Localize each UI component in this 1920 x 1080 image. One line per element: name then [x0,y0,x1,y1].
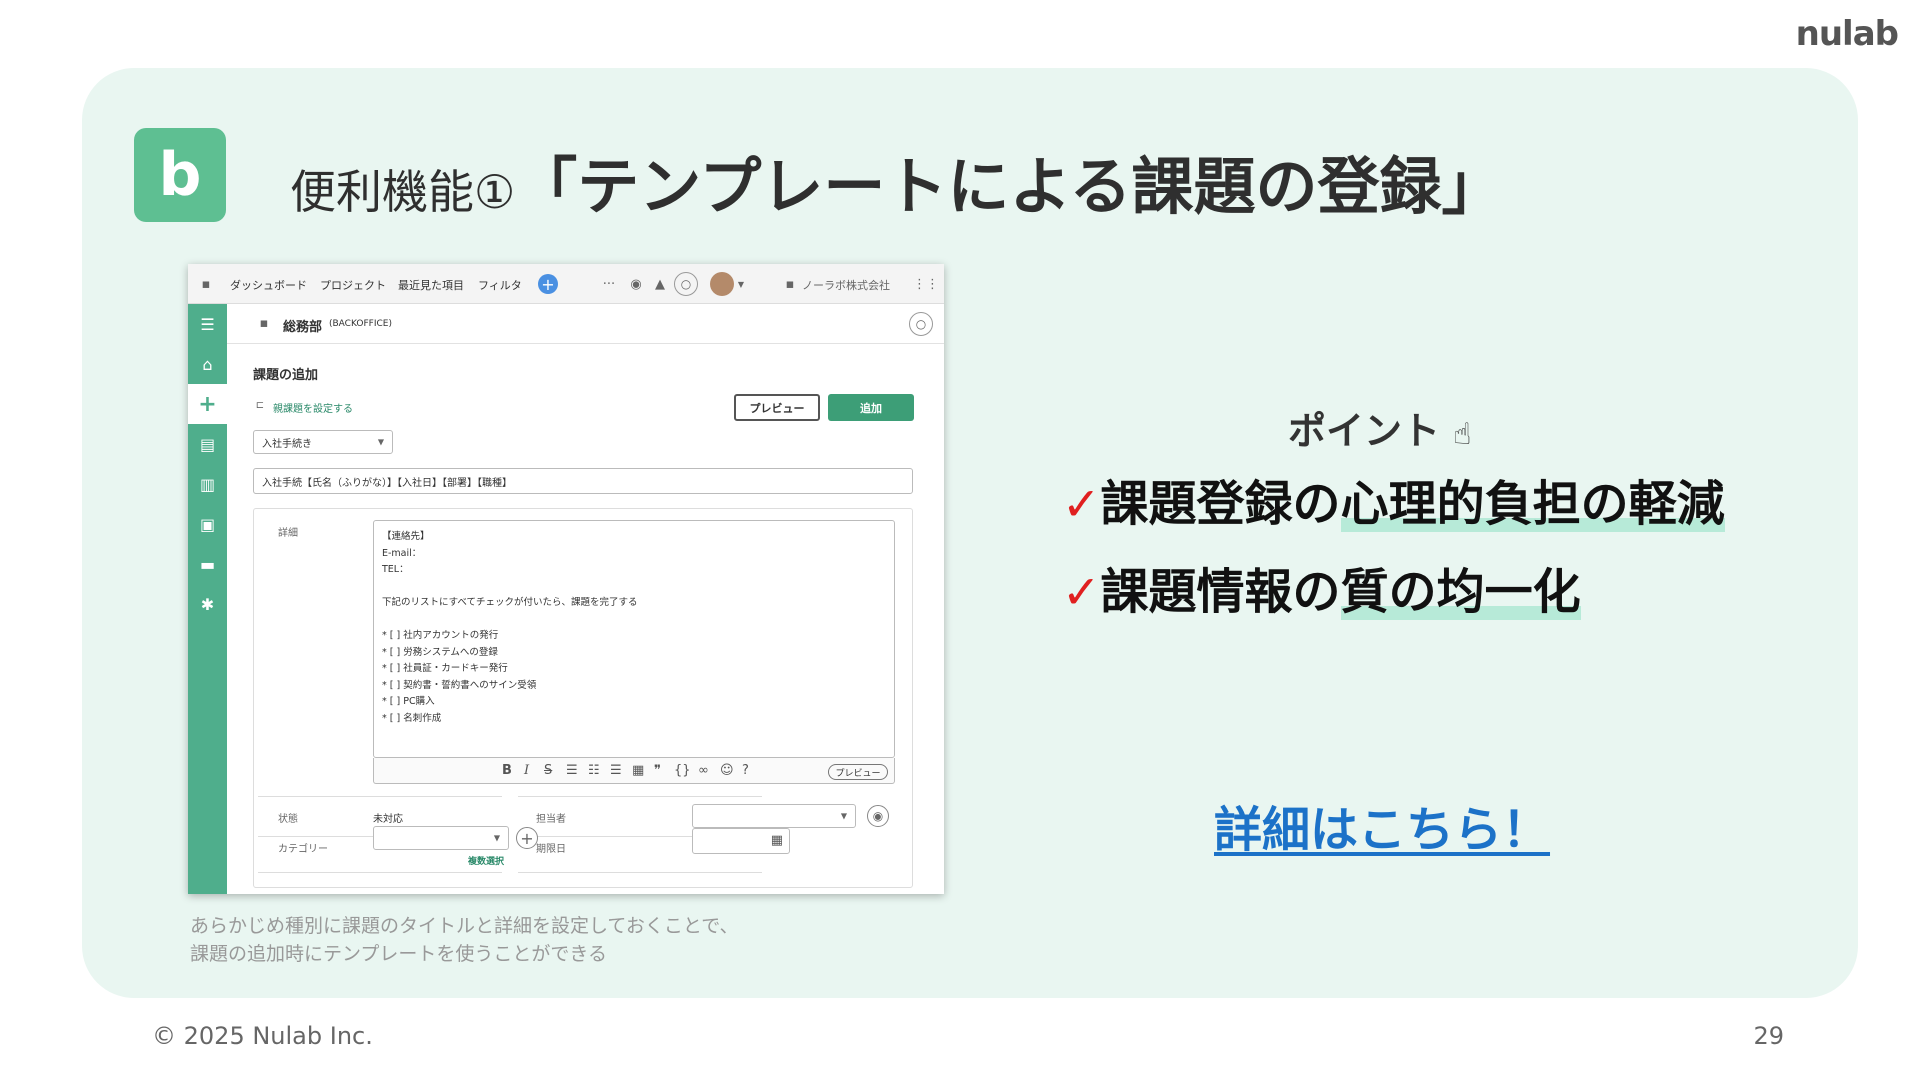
project-search-icon[interactable]: ○ [909,312,933,336]
subject-input[interactable]: 入社手続【氏名（ふりがな）】【入社日】【部署】【職種】 [253,468,913,494]
category-label: カテゴリー [278,844,328,855]
due-date-input[interactable]: ▦ [692,828,790,854]
parent-issue-icon: ⊏ [255,399,265,411]
page-number: 29 [1753,1022,1784,1050]
briefcase-icon[interactable]: ▪ [198,276,214,292]
project-icon: ▪ [259,315,269,331]
copyright: © 2025 Nulab Inc. [152,1022,373,1050]
calendar-icon[interactable]: ▦ [771,833,783,848]
bullet-list-icon[interactable]: ☰ [566,763,578,778]
editor-toolbar: B I S ☰ ☷ ☰ ▦ ❞ {} ∞ ☺ ? プレビュー [373,758,895,784]
nav-recent[interactable]: 最近見た項目 [398,277,464,293]
apps-grid-icon[interactable]: ⋮⋮ [913,276,939,292]
help-icon[interactable]: ? [742,763,749,778]
point-item-2: ✓課題情報の質の均一化 [1062,552,1581,622]
due-date-label: 期限日 [536,844,566,855]
link-icon[interactable]: ∞ [698,763,709,778]
chevron-down-icon: ▼ [377,437,384,447]
status-value[interactable]: 未対応 [373,810,403,825]
divider [258,796,502,797]
backlog-app-icon: b [134,128,226,222]
nav-filter[interactable]: フィルタ [478,277,522,293]
status-label: 状態 [278,814,298,825]
title-main: 「テンプレートによる課題の登録」 [515,150,1504,223]
emoji-icon[interactable]: ☺ [720,763,734,778]
slide-title: 便利機能①「テンプレートによる課題の登録」 [290,136,1504,226]
assignee-label: 担当者 [536,814,566,825]
documents-icon[interactable]: ▬ [188,544,227,584]
points-heading: ポイント ☝ [1288,400,1472,455]
add-issue-icon[interactable]: + [538,274,558,294]
backlog-screenshot: ▪ ダッシュボード プロジェクト 最近見た項目 フィルタ + ··· ◉ ▲ ○… [188,264,944,894]
wiki-icon[interactable]: ▣ [188,504,227,544]
watch-eye-icon[interactable]: ◉ [628,276,644,292]
project-key: (BACKOFFICE) [329,319,392,329]
menu-icon[interactable]: ☰ [188,304,227,344]
parent-issue-link[interactable]: 親課題を設定する [273,400,353,415]
chevron-down-icon: ▼ [840,811,847,821]
add-category-icon[interactable]: + [516,827,538,849]
form-title: 課題の追加 [253,368,319,383]
issue-type-select[interactable]: 入社手続き ▼ [253,430,393,454]
org-briefcase-icon: ▪ [785,276,795,292]
divider [518,796,762,797]
issue-list-icon[interactable]: ▤ [188,424,227,464]
quote-icon[interactable]: ❞ [654,763,661,778]
italic-icon[interactable]: I [524,763,529,778]
multi-select-link[interactable]: 複数選択 [468,854,504,867]
bold-icon[interactable]: B [502,763,512,778]
check-icon: ✓ [1062,477,1101,531]
project-header: ▪ 総務部 (BACKOFFICE) ○ [227,304,944,344]
checklist-icon[interactable]: ☰ [610,763,622,778]
detail-textarea[interactable]: 【連絡先】 E-mail： TEL： 下記のリストにすべてチェックが付いたら、課… [373,520,895,758]
code-icon[interactable]: {} [674,763,691,778]
assign-self-icon[interactable]: ◉ [867,805,889,827]
global-navbar: ▪ ダッシュボード プロジェクト 最近見た項目 フィルタ + ··· ◉ ▲ ○… [188,264,944,304]
search-icon[interactable]: ○ [674,272,698,296]
point-2-plain: 課題情報の [1100,564,1341,620]
board-icon[interactable]: ▥ [188,464,227,504]
strikethrough-icon[interactable]: S [544,763,552,778]
gear-icon[interactable]: ✱ [188,584,227,624]
add-button[interactable]: 追加 [828,394,914,421]
detail-label: 詳細 [278,528,298,539]
point-1-highlight: 心理的負担の軽減 [1340,476,1725,532]
nav-dashboard[interactable]: ダッシュボード [230,277,307,293]
check-icon: ✓ [1062,565,1101,619]
title-prefix: 便利機能① [290,165,516,219]
pointing-hand-icon: ☝ [1453,417,1472,452]
toolbar-preview-button[interactable]: プレビュー [828,764,888,780]
category-select[interactable]: ▼ [373,826,509,850]
caption-line-2: 課題の追加時にテンプレートを使うことができる [190,943,608,965]
bell-icon[interactable]: ▲ [652,276,668,292]
org-name[interactable]: ノーラボ株式会社 [802,277,890,293]
home-icon[interactable]: ⌂ [188,344,227,384]
screenshot-caption: あらかじめ種別に課題のタイトルと詳細を設定しておくことで、 課題の追加時にテンプ… [190,912,739,968]
chevron-down-icon: ▼ [493,833,500,843]
more-icon[interactable]: ··· [601,276,617,292]
details-link[interactable]: 詳細はこちら！ [1214,790,1550,860]
nav-projects[interactable]: プロジェクト [320,277,386,293]
table-icon[interactable]: ▦ [632,763,644,778]
point-item-1: ✓課題登録の心理的負担の軽減 [1062,464,1725,534]
points-heading-text: ポイント [1288,409,1441,453]
backlog-letter: b [158,140,202,210]
numbered-list-icon[interactable]: ☷ [588,763,600,778]
issue-type-value: 入社手続き [262,438,312,450]
chevron-down-icon[interactable]: ▼ [736,277,746,291]
assignee-select[interactable]: ▼ [692,804,856,828]
add-issue-sidebar-icon[interactable]: + [188,384,227,424]
point-1-plain: 課題登録の [1100,476,1341,532]
caption-line-1: あらかじめ種別に課題のタイトルと詳細を設定しておくことで、 [190,915,739,937]
nulab-logo: nulab [1795,14,1899,54]
preview-button[interactable]: プレビュー [734,394,820,421]
divider [258,872,502,873]
project-name[interactable]: 総務部 [283,316,322,335]
project-sidebar: ☰ ⌂ + ▤ ▥ ▣ ▬ ✱ [188,304,227,894]
divider [518,872,762,873]
point-2-highlight: 質の均一化 [1340,564,1581,620]
avatar[interactable] [710,272,734,296]
